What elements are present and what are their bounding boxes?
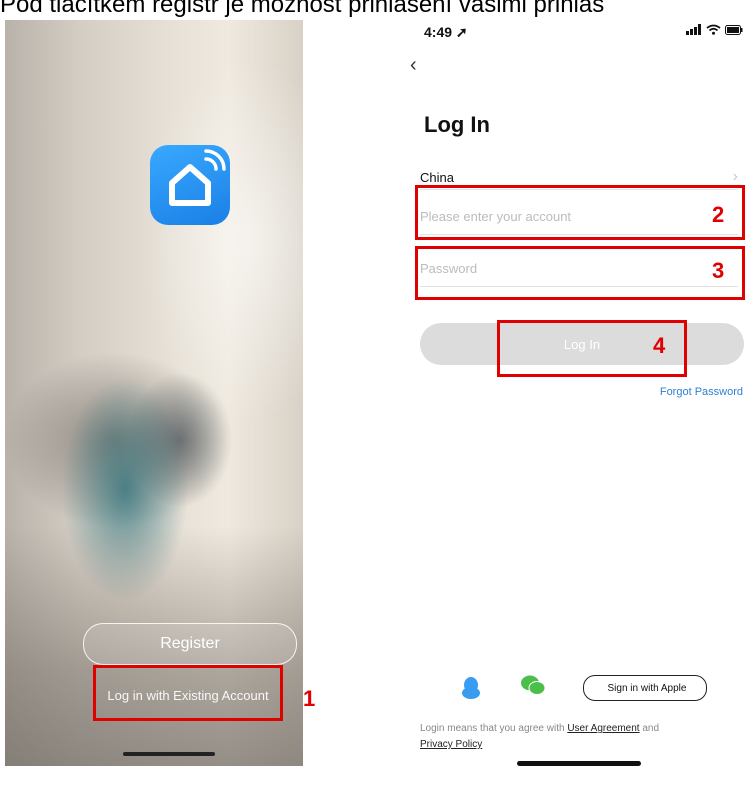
privacy-policy-link[interactable]: Privacy Policy	[420, 739, 482, 750]
register-button[interactable]: Register	[83, 623, 297, 665]
annotation-box-2	[415, 185, 745, 240]
page-title: Log In	[424, 112, 490, 137]
status-bar-icons	[686, 24, 743, 35]
legal-notice: Login means that you agree with User Agr…	[420, 723, 660, 750]
sign-in-with-apple-button[interactable]: Sign in with Apple	[583, 675, 707, 701]
annotation-box-3	[415, 246, 745, 300]
annotation-number-3: 3	[712, 258, 725, 283]
forgot-password-link[interactable]: Forgot Password	[660, 386, 743, 398]
annotation-number-1: 1	[303, 686, 316, 711]
home-indicator	[123, 752, 215, 756]
annotation-number-4: 4	[653, 333, 666, 358]
wifi-icon	[706, 24, 721, 35]
signal-icon	[686, 24, 701, 35]
app-home-wifi-icon	[150, 145, 230, 225]
qq-icon[interactable]	[460, 676, 482, 706]
welcome-screen: Register Log in with Existing Account	[5, 20, 303, 766]
back-chevron-icon[interactable]: ‹	[410, 54, 417, 77]
annotation-box-1	[93, 665, 283, 721]
annotation-number-2: 2	[712, 202, 725, 227]
country-label: China	[420, 169, 454, 185]
user-agreement-link[interactable]: User Agreement	[567, 723, 639, 734]
location-arrow-icon: ➚	[455, 24, 468, 40]
chevron-right-icon: ›	[732, 168, 738, 185]
login-screen: 4:49 ➚ ‹ Log In China › Please enter you…	[410, 20, 747, 766]
wechat-icon[interactable]	[520, 674, 546, 702]
battery-icon	[725, 24, 743, 35]
home-indicator	[517, 761, 641, 766]
status-time: 4:49 ➚	[424, 24, 468, 40]
apple-signin-label: Sign in with Apple	[607, 682, 687, 694]
instruction-caption: Pod tlačítkem registr je možnost přihláš…	[0, 0, 605, 18]
